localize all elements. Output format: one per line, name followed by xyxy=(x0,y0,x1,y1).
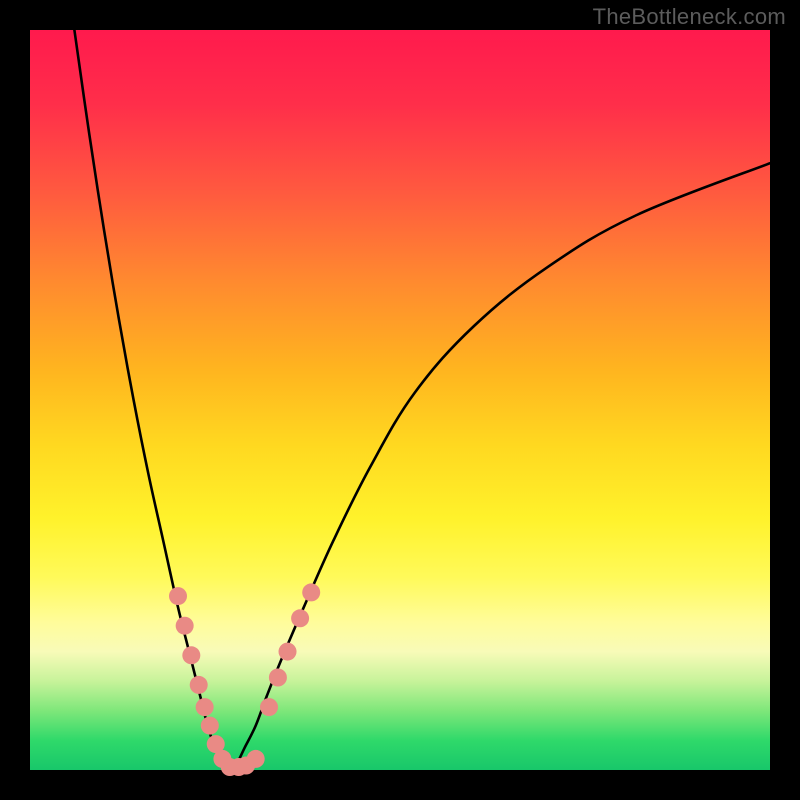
curve-layer xyxy=(30,30,770,770)
marker-dot xyxy=(182,646,200,664)
marker-dot xyxy=(190,676,208,694)
marker-dot xyxy=(260,698,278,716)
watermark-text: TheBottleneck.com xyxy=(593,4,786,30)
bottleneck-curve xyxy=(74,30,770,770)
marker-dot xyxy=(169,587,187,605)
curve-right-branch xyxy=(230,163,770,770)
marker-dot xyxy=(291,609,309,627)
marker-dot xyxy=(196,698,214,716)
marker-dot xyxy=(302,583,320,601)
plot-area xyxy=(30,30,770,770)
marker-dot xyxy=(269,669,287,687)
curve-left-branch xyxy=(74,30,229,770)
marker-dot xyxy=(201,717,219,735)
marker-dot xyxy=(176,617,194,635)
marker-dot xyxy=(279,643,297,661)
chart-frame: TheBottleneck.com xyxy=(0,0,800,800)
marker-dot xyxy=(247,750,265,768)
